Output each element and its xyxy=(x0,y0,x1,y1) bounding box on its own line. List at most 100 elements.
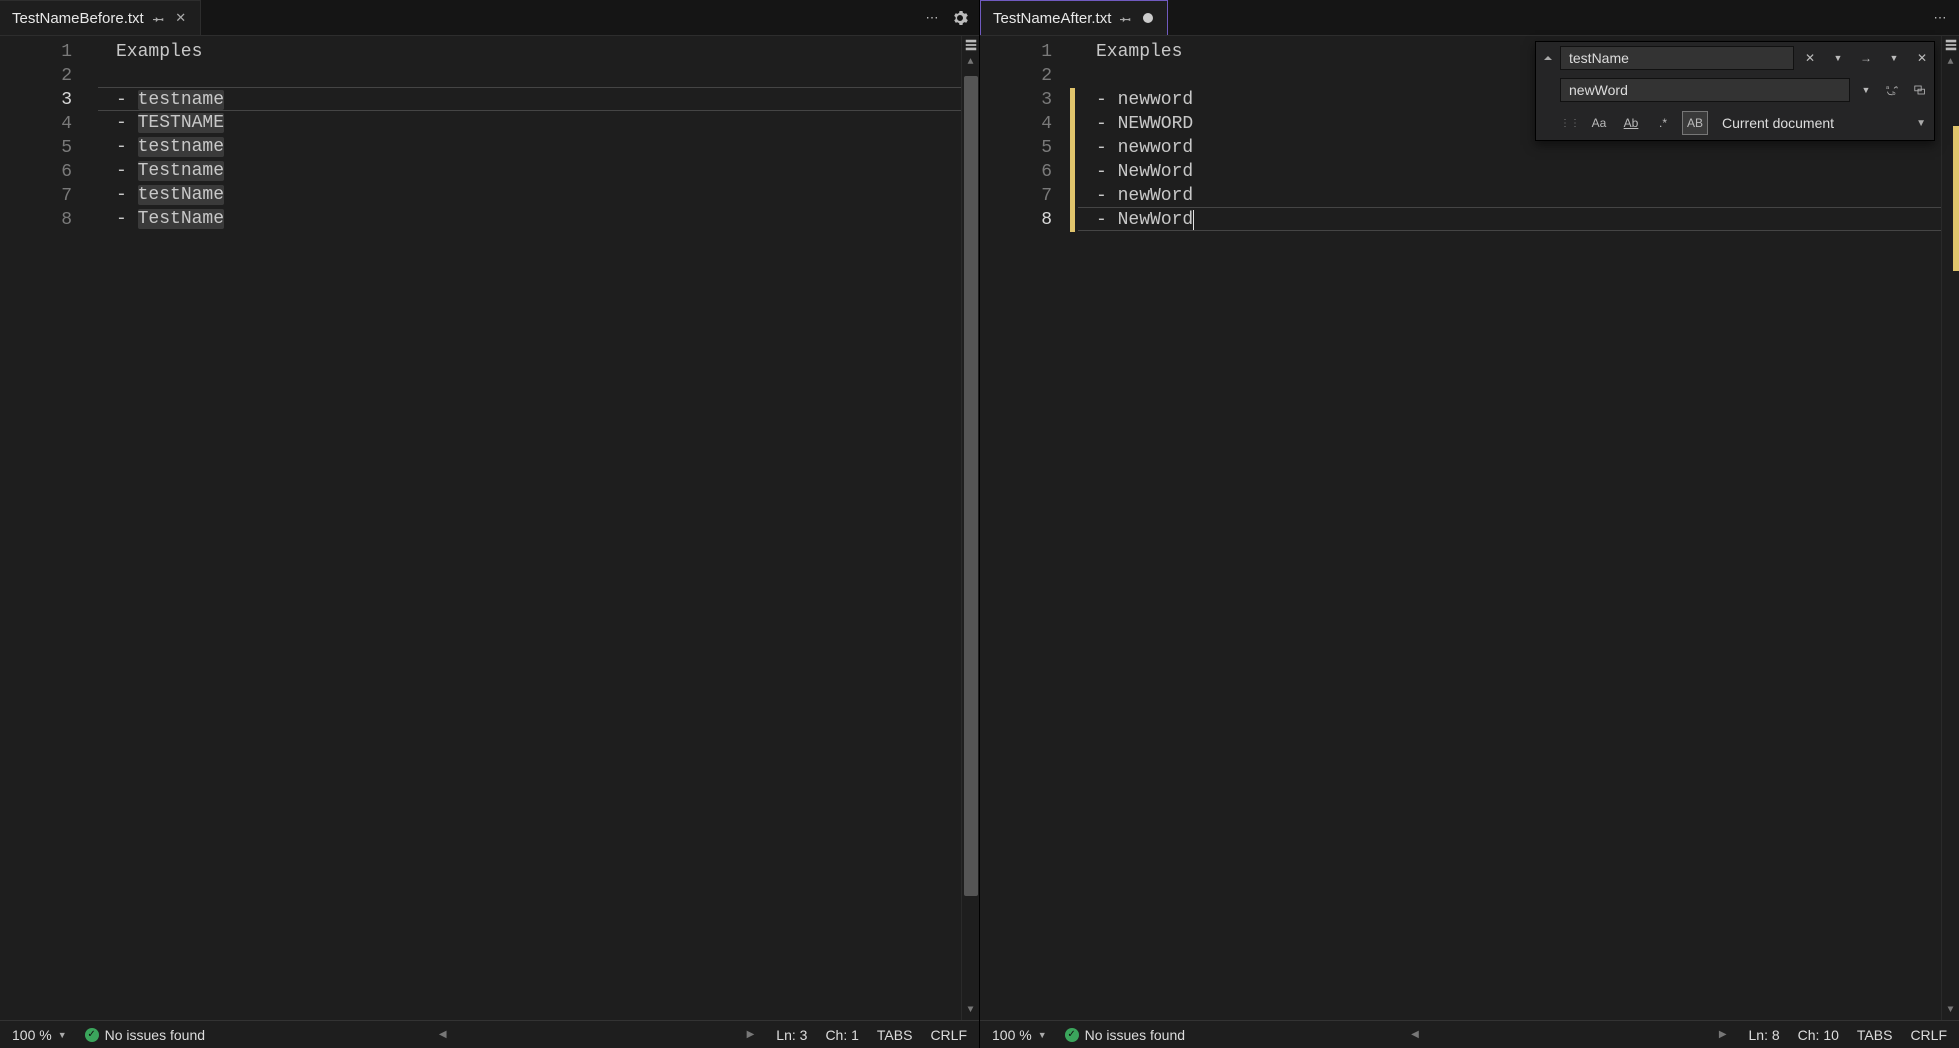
code-line[interactable]: - TestName xyxy=(98,207,961,231)
line-number: 6 xyxy=(0,160,72,184)
code-line[interactable]: - TESTNAME xyxy=(98,111,961,135)
line-number: 8 xyxy=(980,208,1052,232)
cursor-line[interactable]: Ln: 8 xyxy=(1749,1027,1780,1043)
code-line[interactable] xyxy=(98,64,961,88)
replace-one-icon[interactable]: ab xyxy=(1882,78,1906,102)
find-dropdown-icon[interactable]: ▼ xyxy=(1826,46,1850,70)
right-tab[interactable]: TestNameAfter.txt xyxy=(980,0,1168,35)
right-editor[interactable]: 12345678 Examples- newword- NEWWORD- new… xyxy=(980,36,1959,1020)
replace-dropdown-icon[interactable]: ▼ xyxy=(1854,78,1878,102)
left-tab[interactable]: TestNameBefore.txt ✕ xyxy=(0,0,201,35)
regex-button[interactable]: .* xyxy=(1650,111,1676,135)
indent-mode[interactable]: TABS xyxy=(1857,1027,1893,1043)
whole-word-button[interactable]: Ab xyxy=(1618,111,1644,135)
left-tab-bar: TestNameBefore.txt ✕ ⋯ xyxy=(0,0,979,36)
find-input[interactable] xyxy=(1560,46,1794,70)
line-number: 6 xyxy=(980,160,1052,184)
code-line[interactable]: Examples xyxy=(98,40,961,64)
issues-status[interactable]: ✓ No issues found xyxy=(1065,1027,1185,1043)
eol-mode[interactable]: CRLF xyxy=(1910,1027,1947,1043)
issues-status[interactable]: ✓ No issues found xyxy=(85,1027,205,1043)
close-find-icon[interactable]: ✕ xyxy=(1798,46,1822,70)
right-scrollbar[interactable]: ▲ ▼ xyxy=(1941,36,1959,1020)
close-panel-icon[interactable]: ✕ xyxy=(1910,46,1934,70)
line-number: 5 xyxy=(0,136,72,160)
zoom-level[interactable]: 100 % ▼ xyxy=(992,1027,1047,1043)
eol-mode[interactable]: CRLF xyxy=(930,1027,967,1043)
chevron-down-icon: ▼ xyxy=(1916,118,1926,129)
right-change-bar xyxy=(1070,36,1078,1020)
find-replace-panel[interactable]: ✕ ▼ → ▼ ✕ ▼ ab ⋮⋮ Aa Ab . xyxy=(1535,41,1935,141)
change-marker xyxy=(1070,88,1075,112)
more-icon[interactable]: ⋯ xyxy=(923,9,941,27)
right-code[interactable]: Examples- newword- NEWWORD- newword- New… xyxy=(1078,36,1941,1020)
code-line[interactable]: - newWord xyxy=(1078,184,1941,208)
chevron-down-icon: ▼ xyxy=(58,1030,67,1040)
right-status-bar: 100 % ▼ ✓ No issues found ◀ ▶ Ln: 8 Ch: … xyxy=(980,1020,1959,1048)
change-marker xyxy=(1070,184,1075,208)
line-number: 7 xyxy=(0,184,72,208)
drag-handle-icon[interactable]: ⋮⋮ xyxy=(1560,118,1580,129)
horizontal-scroll[interactable]: ◀ ▶ xyxy=(435,1029,758,1040)
find-next-dropdown-icon[interactable]: ▼ xyxy=(1882,46,1906,70)
left-editor[interactable]: 12345678 Examples- testname- TESTNAME- t… xyxy=(0,36,979,1020)
left-status-bar: 100 % ▼ ✓ No issues found ◀ ▶ Ln: 3 Ch: … xyxy=(0,1020,979,1048)
check-icon: ✓ xyxy=(85,1028,99,1042)
close-icon[interactable]: ✕ xyxy=(174,11,188,25)
right-pane: TestNameAfter.txt ⋯ 12345678 Examples- n… xyxy=(980,0,1959,1048)
scroll-up-icon[interactable]: ▲ xyxy=(1942,54,1959,72)
search-scope-select[interactable]: Current document ▼ xyxy=(1714,115,1934,131)
collapse-icon[interactable] xyxy=(1536,53,1560,63)
cursor-char[interactable]: Ch: 10 xyxy=(1798,1027,1839,1043)
scroll-down-icon[interactable]: ▼ xyxy=(1942,1002,1959,1020)
scroll-left-icon[interactable]: ◀ xyxy=(439,1029,447,1040)
left-change-bar xyxy=(90,36,98,1020)
line-number: 3 xyxy=(0,88,72,112)
pin-icon[interactable] xyxy=(152,11,166,25)
scroll-right-icon[interactable]: ▶ xyxy=(1719,1029,1727,1040)
scroll-thumb[interactable] xyxy=(964,76,978,896)
more-icon[interactable]: ⋯ xyxy=(1931,9,1949,27)
code-line[interactable]: - NewWord xyxy=(1078,207,1941,231)
horizontal-scroll[interactable]: ◀ ▶ xyxy=(1407,1029,1730,1040)
pin-icon[interactable] xyxy=(1119,11,1133,25)
cursor-line[interactable]: Ln: 3 xyxy=(776,1027,807,1043)
replace-all-icon[interactable] xyxy=(1910,78,1934,102)
left-pane: TestNameBefore.txt ✕ ⋯ 12345678 Examples… xyxy=(0,0,980,1048)
preserve-case-button[interactable]: AB xyxy=(1682,111,1708,135)
replace-input[interactable] xyxy=(1560,78,1850,102)
code-line[interactable]: - testname xyxy=(98,135,961,159)
find-next-icon[interactable]: → xyxy=(1854,46,1878,70)
line-number: 1 xyxy=(0,40,72,64)
right-tab-bar: TestNameAfter.txt ⋯ xyxy=(980,0,1959,36)
check-icon: ✓ xyxy=(1065,1028,1079,1042)
code-line[interactable]: - testName xyxy=(98,183,961,207)
scroll-right-icon[interactable]: ▶ xyxy=(747,1029,755,1040)
cursor-char[interactable]: Ch: 1 xyxy=(825,1027,858,1043)
line-number: 3 xyxy=(980,88,1052,112)
chevron-down-icon: ▼ xyxy=(1038,1030,1047,1040)
dirty-icon[interactable] xyxy=(1141,11,1155,25)
code-line[interactable]: - testname xyxy=(98,87,961,111)
line-number: 5 xyxy=(980,136,1052,160)
gear-icon[interactable] xyxy=(951,9,969,27)
scroll-up-icon[interactable]: ▲ xyxy=(962,54,979,72)
left-scrollbar[interactable]: ▲ ▼ xyxy=(961,36,979,1020)
left-gutter: 12345678 xyxy=(0,36,90,1020)
scroll-left-icon[interactable]: ◀ xyxy=(1411,1029,1419,1040)
code-line[interactable]: - Testname xyxy=(98,159,961,183)
workspace: TestNameBefore.txt ✕ ⋯ 12345678 Examples… xyxy=(0,0,1959,1048)
indent-mode[interactable]: TABS xyxy=(877,1027,913,1043)
scroll-down-icon[interactable]: ▼ xyxy=(962,1002,979,1020)
change-marker xyxy=(1070,208,1075,232)
svg-text:a: a xyxy=(1886,85,1890,91)
line-number: 2 xyxy=(980,64,1052,88)
change-marker xyxy=(1070,160,1075,184)
left-code[interactable]: Examples- testname- TESTNAME- testname- … xyxy=(98,36,961,1020)
zoom-level[interactable]: 100 % ▼ xyxy=(12,1027,67,1043)
right-tab-title: TestNameAfter.txt xyxy=(993,10,1111,27)
svg-text:b: b xyxy=(1892,91,1895,97)
match-case-button[interactable]: Aa xyxy=(1586,111,1612,135)
code-line[interactable]: - NewWord xyxy=(1078,160,1941,184)
line-number: 4 xyxy=(980,112,1052,136)
